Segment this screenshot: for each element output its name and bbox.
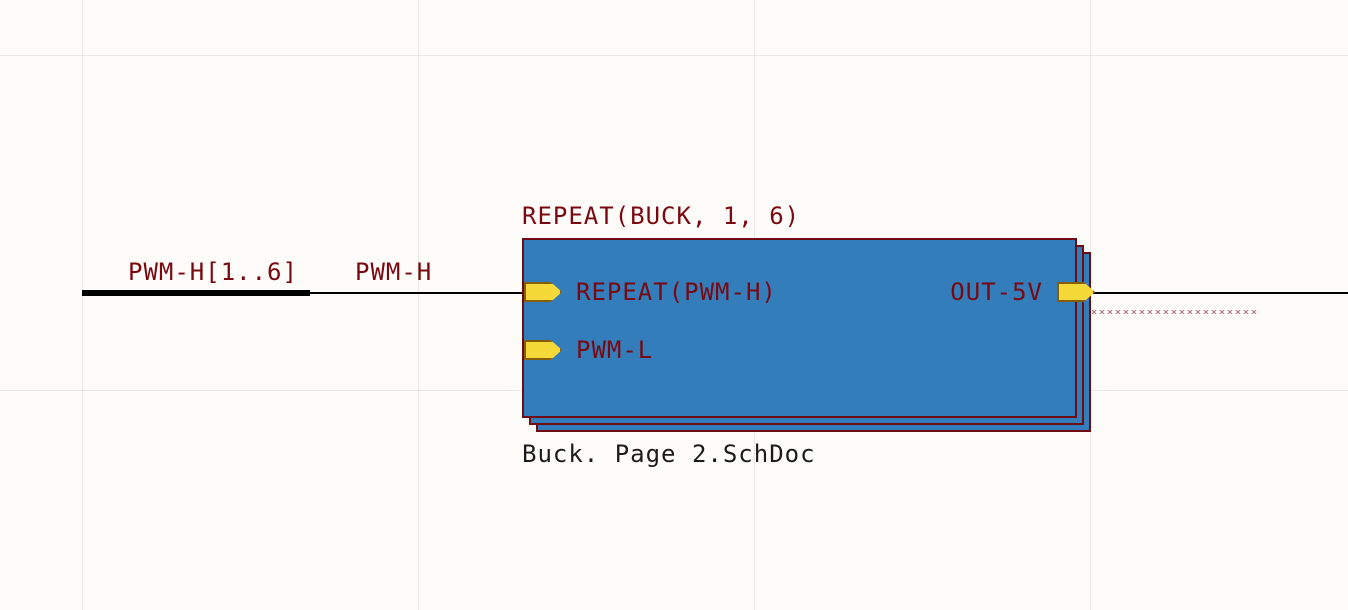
- port-arrow-icon: [524, 340, 562, 360]
- sheet-port-out-5v[interactable]: OUT-5V: [950, 282, 1095, 302]
- port-arrow-icon: [524, 282, 562, 302]
- grid-line: [0, 55, 1348, 56]
- bus-label[interactable]: PWM-H[1..6]: [128, 258, 298, 286]
- sheet-instance-front: [522, 238, 1077, 418]
- sheet-symbol[interactable]: REPEAT(PWM-H) PWM-L OUT-5V: [522, 238, 1097, 438]
- grid-line: [82, 0, 83, 610]
- port-label: OUT-5V: [950, 278, 1043, 306]
- net-wire-out[interactable]: [1085, 292, 1348, 294]
- port-arrow-icon: [1057, 282, 1095, 302]
- erc-marker: [1090, 310, 1260, 314]
- net-label-pwm-h[interactable]: PWM-H: [355, 258, 432, 286]
- port-label: REPEAT(PWM-H): [576, 278, 777, 306]
- schematic-canvas[interactable]: PWM-H[1..6] PWM-H REPEAT(BUCK, 1, 6) REP…: [0, 0, 1348, 610]
- sheet-designator[interactable]: REPEAT(BUCK, 1, 6): [522, 202, 800, 230]
- bus-wire[interactable]: [82, 290, 310, 296]
- sheet-filename[interactable]: Buck. Page 2.SchDoc: [522, 440, 816, 468]
- sheet-port-in-pwm-h[interactable]: REPEAT(PWM-H): [524, 282, 777, 302]
- port-label: PWM-L: [576, 336, 653, 364]
- grid-line: [418, 0, 419, 610]
- sheet-port-in-pwm-l[interactable]: PWM-L: [524, 340, 653, 360]
- net-wire-pwm-h[interactable]: [310, 292, 522, 294]
